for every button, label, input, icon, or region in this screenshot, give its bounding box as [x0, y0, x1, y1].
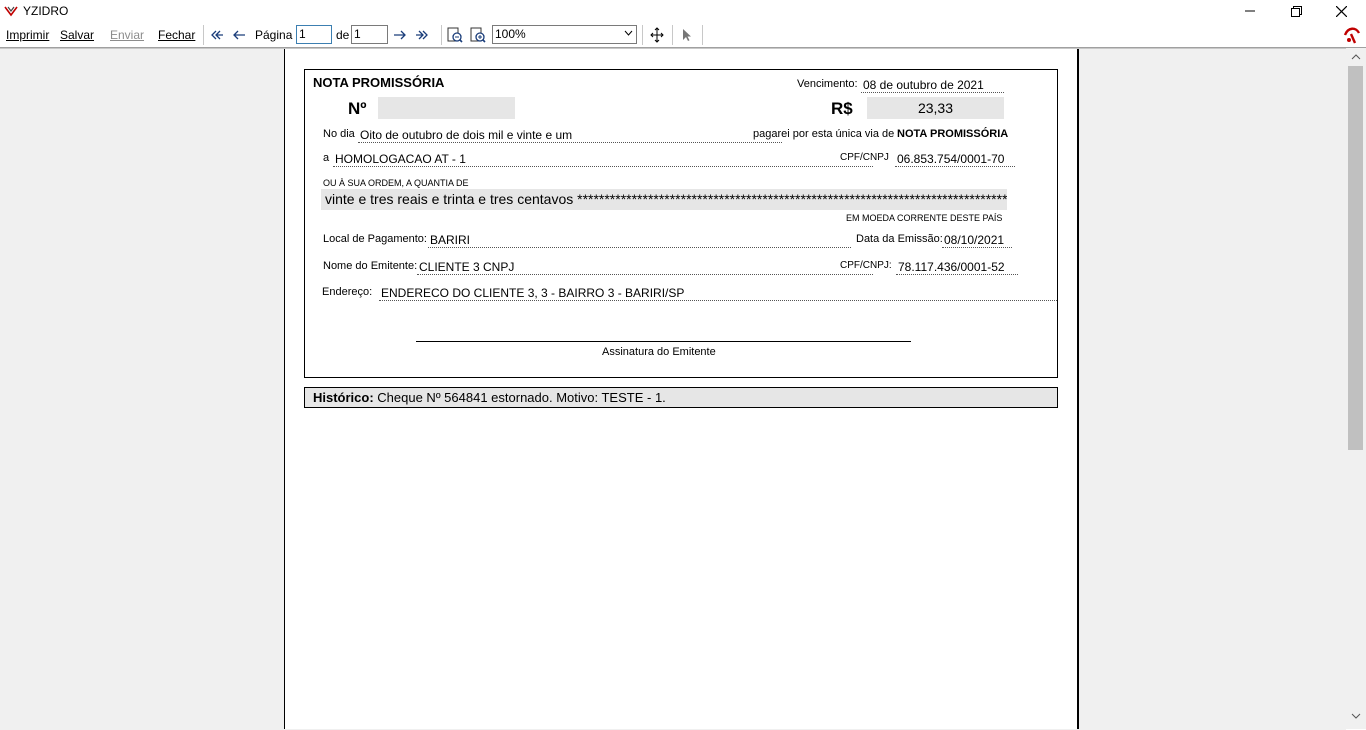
nodia-line — [358, 142, 782, 143]
print-button[interactable]: Imprimir — [6, 28, 49, 42]
toolbar: Imprimir Salvar Enviar Fechar Página 1 d… — [0, 23, 1366, 48]
brand-logo-icon — [1342, 25, 1362, 45]
note-title: NOTA PROMISSÓRIA — [313, 75, 445, 90]
cpf2-line — [896, 274, 1018, 275]
close-window-button[interactable] — [1318, 0, 1364, 22]
last-page-button[interactable] — [413, 26, 431, 44]
minimize-button[interactable] — [1227, 0, 1273, 22]
historico-bar: Histórico: Cheque Nº 564841 estornado. M… — [304, 387, 1058, 408]
toolbar-separator — [702, 25, 703, 45]
a-label: a — [323, 152, 330, 164]
beneficiario-value: HOMOLOGACAO AT - 1 — [335, 152, 466, 166]
pagarei-bold: NOTA PROMISSÓRIA — [897, 128, 1009, 140]
emitente-value: CLIENTE 3 CNPJ — [419, 260, 515, 274]
cpf2-value: 78.117.436/0001-52 — [898, 260, 1005, 274]
assinatura-label: Assinatura do Emitente — [602, 346, 716, 358]
of-label: de — [336, 28, 350, 42]
select-tool-button[interactable] — [678, 26, 696, 44]
send-button[interactable]: Enviar — [110, 28, 144, 42]
valor-label: R$ — [831, 99, 853, 118]
vencimento-value: 08 de outubro de 2021 — [863, 78, 984, 92]
valor-field: 23,33 — [867, 97, 1004, 119]
moeda-text: EM MOEDA CORRENTE DESTE PAÍS — [846, 213, 1003, 223]
emitente-label: Nome do Emitente: — [323, 260, 418, 272]
emitente-line — [417, 274, 873, 275]
vencimento-label: Vencimento: — [797, 78, 858, 90]
quantia-value: vinte e tres reais e trinta e tres centa… — [325, 191, 1007, 207]
quantia-field: vinte e tres reais e trinta e tres centa… — [321, 189, 1007, 210]
minimize-icon — [1245, 6, 1255, 16]
cursor-icon — [681, 28, 693, 42]
previous-page-button[interactable] — [230, 26, 248, 44]
page-width-button[interactable] — [648, 26, 666, 44]
last-page-icon — [415, 30, 429, 40]
first-page-icon — [210, 30, 224, 40]
endereco-label: Endereço: — [322, 286, 373, 298]
emissao-line — [942, 247, 1012, 248]
local-value: BARIRI — [430, 233, 471, 247]
historico-label: Histórico: — [313, 390, 374, 405]
restore-icon — [1290, 5, 1302, 17]
vencimento-line — [861, 92, 1004, 93]
numero-field — [378, 97, 515, 119]
zoom-select[interactable]: 100% — [492, 25, 637, 44]
toolbar-separator — [203, 25, 204, 45]
cpf1-line — [895, 166, 1015, 167]
endereco-line — [379, 300, 1057, 301]
page-label: Página — [255, 28, 293, 42]
scrollbar-thumb[interactable] — [1348, 66, 1363, 450]
toolbar-separator — [441, 25, 442, 45]
beneficiario-line — [333, 166, 873, 167]
toolbar-separator — [642, 25, 643, 45]
close-icon — [1335, 5, 1347, 17]
window-title: YZIDRO — [23, 4, 69, 18]
zoom-out-icon — [447, 27, 463, 43]
restore-button[interactable] — [1273, 0, 1319, 22]
local-line — [428, 247, 851, 248]
close-button[interactable]: Fechar — [158, 28, 195, 42]
arrow-right-icon — [393, 30, 407, 40]
cpf2-label: CPF/CNPJ: — [840, 260, 892, 271]
chevron-down-icon — [624, 30, 633, 36]
app-logo-icon — [4, 4, 18, 18]
local-label: Local de Pagamento: — [323, 233, 427, 245]
page-input[interactable]: 1 — [296, 25, 332, 44]
emissao-value: 08/10/2021 — [944, 233, 1005, 247]
zoom-value: 100% — [495, 27, 526, 41]
scroll-down-icon[interactable] — [1351, 713, 1361, 719]
scroll-up-icon[interactable] — [1351, 54, 1361, 60]
zoom-in-button[interactable] — [469, 26, 487, 44]
pagarei-text: pagarei por esta única via de — [753, 128, 895, 140]
toolbar-separator — [672, 25, 673, 45]
cpf1-label: CPF/CNPJ — [840, 152, 889, 163]
arrow-left-icon — [232, 30, 246, 40]
title-bar: YZIDRO — [0, 0, 1366, 23]
historico-text: Cheque Nº 564841 estornado. Motivo: TEST… — [373, 390, 666, 405]
next-page-button[interactable] — [391, 26, 409, 44]
first-page-button[interactable] — [208, 26, 226, 44]
nodia-value: Oito de outubro de dois mil e vinte e um — [360, 128, 573, 142]
ordem-label: OU À SUA ORDEM, A QUANTIA DE — [323, 178, 469, 188]
cpf1-value: 06.853.754/0001-70 — [897, 152, 1005, 166]
emissao-label: Data da Emissão: — [856, 233, 943, 245]
numero-label: Nº — [348, 99, 367, 118]
signature-line — [416, 341, 911, 342]
valor-value: 23,33 — [917, 100, 954, 116]
zoom-out-button[interactable] — [446, 26, 464, 44]
fit-width-icon — [649, 27, 665, 43]
nodia-label: No dia — [323, 128, 355, 140]
endereco-value: ENDERECO DO CLIENTE 3, 3 - BAIRRO 3 - BA… — [381, 286, 685, 300]
zoom-in-icon — [470, 27, 486, 43]
page-total-field: 1 — [351, 25, 388, 44]
save-button[interactable]: Salvar — [60, 28, 94, 42]
